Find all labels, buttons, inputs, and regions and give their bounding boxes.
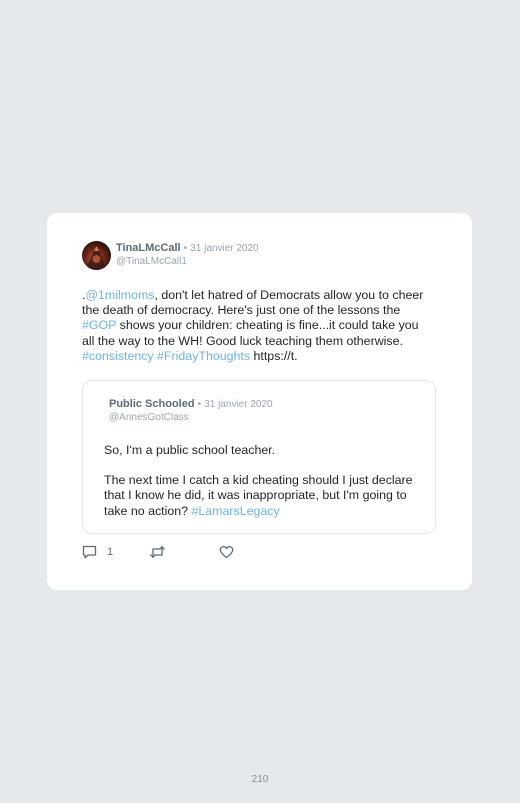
retweet-button[interactable] [149, 544, 166, 560]
tweet-actions: 1 [82, 544, 282, 560]
hashtag-gop[interactable]: #GOP [82, 318, 116, 332]
tweet-date[interactable]: 31 janvier 2020 [190, 243, 258, 254]
tweet-url[interactable]: https://t. [250, 349, 298, 363]
hashtag-consistency[interactable]: #consistency [82, 349, 154, 363]
quoted-author-name-line: Public Schooled • 31 janvier 2020 [109, 398, 273, 411]
mention-link[interactable]: @1milmoms [85, 288, 154, 302]
retweet-icon [150, 546, 165, 558]
text-part-2: shows your children: cheating is fine...… [82, 318, 419, 348]
hashtag-fridaythoughts[interactable]: #FridayThoughts [157, 349, 250, 363]
hashtag-lamarslegacy[interactable]: #LamarsLegacy [192, 504, 280, 518]
page-number: 210 [251, 774, 269, 785]
like-button[interactable] [219, 544, 234, 560]
author-name-line: TinaLMcCall • 31 janvier 2020 [116, 242, 259, 255]
avatar[interactable] [82, 241, 111, 270]
tweet-text: .@1milmoms, don't let hatred of Democrat… [82, 288, 432, 364]
tweet-card: TinaLMcCall • 31 janvier 2020 @TinaLMcCa… [47, 213, 472, 590]
quoted-separator-dot: • [197, 399, 202, 410]
quoted-paragraph-2: The next time I catch a kid cheating sho… [104, 473, 424, 519]
quoted-paragraph-1: So, I'm a public school teacher. [104, 443, 276, 457]
comment-icon [82, 545, 97, 559]
heart-icon [219, 545, 234, 559]
separator-dot: • [183, 243, 188, 254]
quoted-author-name[interactable]: Public Schooled [109, 398, 195, 410]
reply-button[interactable]: 1 [82, 544, 113, 560]
quoted-tweet[interactable]: Public Schooled • 31 janvier 2020 @Annes… [82, 380, 436, 534]
author-handle[interactable]: @TinaLMcCall1 [116, 255, 187, 268]
reply-count: 1 [107, 546, 114, 558]
quoted-tweet-date[interactable]: 31 janvier 2020 [204, 399, 272, 410]
avatar-image [86, 246, 107, 270]
quoted-tweet-text: So, I'm a public school teacher. The nex… [104, 443, 424, 519]
author-name[interactable]: TinaLMcCall [116, 242, 181, 254]
quoted-author-handle[interactable]: @AnnesGotClass [109, 411, 189, 424]
